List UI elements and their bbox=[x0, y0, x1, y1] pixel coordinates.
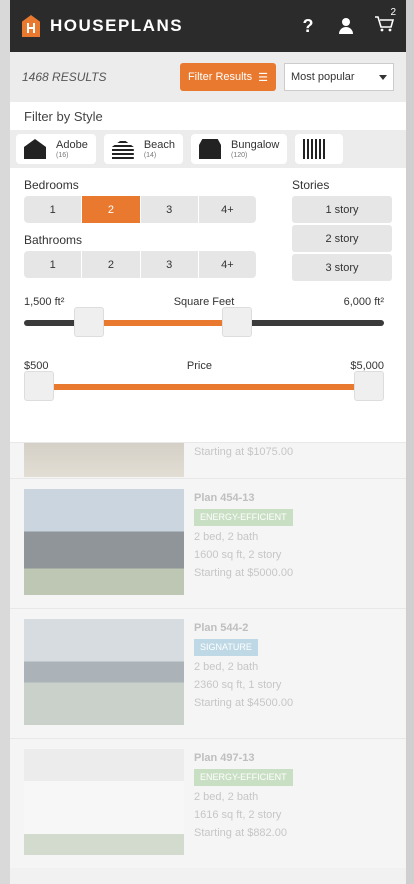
chevron-down-icon bbox=[379, 74, 387, 80]
style-filter-title: Filter by Style bbox=[10, 102, 406, 130]
craftsman-house-icon bbox=[303, 139, 326, 159]
style-chip-beach[interactable]: Beach (14) bbox=[103, 134, 184, 164]
style-name: Bungalow bbox=[231, 139, 280, 152]
price-slider-fill bbox=[39, 384, 369, 390]
site-header: HOUSEPLANS ? 2 bbox=[10, 0, 406, 52]
price-slider-track[interactable] bbox=[24, 371, 384, 401]
square-feet-range: 1,500 ft² Square Feet 6,000 ft² bbox=[24, 296, 384, 337]
stories-label: Stories bbox=[292, 178, 330, 192]
style-chip-row[interactable]: Adobe (16) Beach (14) Bungalow (120) bbox=[10, 130, 406, 168]
bathrooms-option[interactable]: 4+ bbox=[199, 251, 256, 278]
sqft-slider-track[interactable] bbox=[24, 307, 384, 337]
background-page-right bbox=[406, 0, 414, 884]
brand-name[interactable]: HOUSEPLANS bbox=[50, 16, 280, 36]
bathrooms-option[interactable]: 3 bbox=[141, 251, 199, 278]
filter-results-label: Filter Results bbox=[187, 71, 253, 83]
style-count: (120) bbox=[231, 151, 248, 159]
sqft-min-label: 1,500 ft² bbox=[24, 296, 65, 308]
sqft-min-handle[interactable] bbox=[73, 307, 104, 337]
bedrooms-segmented[interactable]: 1 2 3 4+ bbox=[24, 196, 256, 223]
sort-value: Most popular bbox=[291, 71, 355, 83]
results-count: 1468 RESULTS bbox=[22, 70, 107, 84]
bedrooms-option[interactable]: 3 bbox=[141, 196, 199, 223]
cart-count-badge: 2 bbox=[390, 6, 396, 18]
price-range: $500 Price $5,000 bbox=[24, 360, 384, 401]
sliders-icon: ☰ bbox=[258, 71, 268, 84]
filter-options: Bedrooms 1 2 3 4+ Bathrooms 1 2 3 4+ Sto… bbox=[10, 168, 406, 442]
bathrooms-option[interactable]: 1 bbox=[24, 251, 83, 278]
adobe-house-icon bbox=[24, 139, 46, 159]
style-chip-adobe[interactable]: Adobe (16) bbox=[16, 134, 96, 164]
sort-select[interactable]: Most popular bbox=[284, 63, 394, 91]
stories-group: Stories 1 story 2 story 3 story bbox=[292, 178, 392, 281]
style-chip-bungalow[interactable]: Bungalow (120) bbox=[191, 134, 288, 164]
bedrooms-option-selected[interactable]: 2 bbox=[82, 196, 141, 223]
cart-icon[interactable]: 2 bbox=[374, 7, 396, 37]
bungalow-house-icon bbox=[199, 139, 222, 159]
bathrooms-option[interactable]: 2 bbox=[82, 251, 141, 278]
user-icon[interactable] bbox=[336, 18, 356, 34]
bedrooms-option[interactable]: 4+ bbox=[199, 196, 256, 223]
house-logo-icon[interactable] bbox=[22, 15, 40, 37]
style-count: (16) bbox=[56, 151, 69, 159]
sqft-max-label: 6,000 ft² bbox=[343, 296, 384, 308]
price-min-handle[interactable] bbox=[24, 371, 54, 401]
sqft-max-handle[interactable] bbox=[222, 307, 252, 337]
style-name: Beach bbox=[143, 139, 176, 152]
background-page-left bbox=[0, 0, 10, 884]
style-name: Adobe bbox=[56, 139, 88, 152]
results-dim-overlay bbox=[10, 442, 406, 884]
help-icon[interactable]: ? bbox=[298, 16, 318, 37]
style-count: (14) bbox=[143, 151, 157, 159]
price-max-handle[interactable] bbox=[354, 371, 384, 401]
story-option[interactable]: 3 story bbox=[292, 254, 392, 281]
bedrooms-option[interactable]: 1 bbox=[24, 196, 83, 223]
bathrooms-segmented[interactable]: 1 2 3 4+ bbox=[24, 251, 256, 278]
story-option[interactable]: 1 story bbox=[292, 196, 392, 223]
filter-panel: HOUSEPLANS ? 2 1468 RESULTS Filter Resul… bbox=[10, 0, 406, 884]
beach-house-icon bbox=[111, 139, 134, 159]
story-option[interactable]: 2 story bbox=[292, 225, 392, 252]
results-bar: 1468 RESULTS Filter Results ☰ Most popul… bbox=[10, 52, 406, 102]
price-title: Price bbox=[186, 360, 212, 372]
sqft-slider-fill bbox=[88, 320, 237, 326]
style-chip-next[interactable] bbox=[295, 134, 344, 164]
filter-results-button[interactable]: Filter Results ☰ bbox=[179, 63, 276, 91]
